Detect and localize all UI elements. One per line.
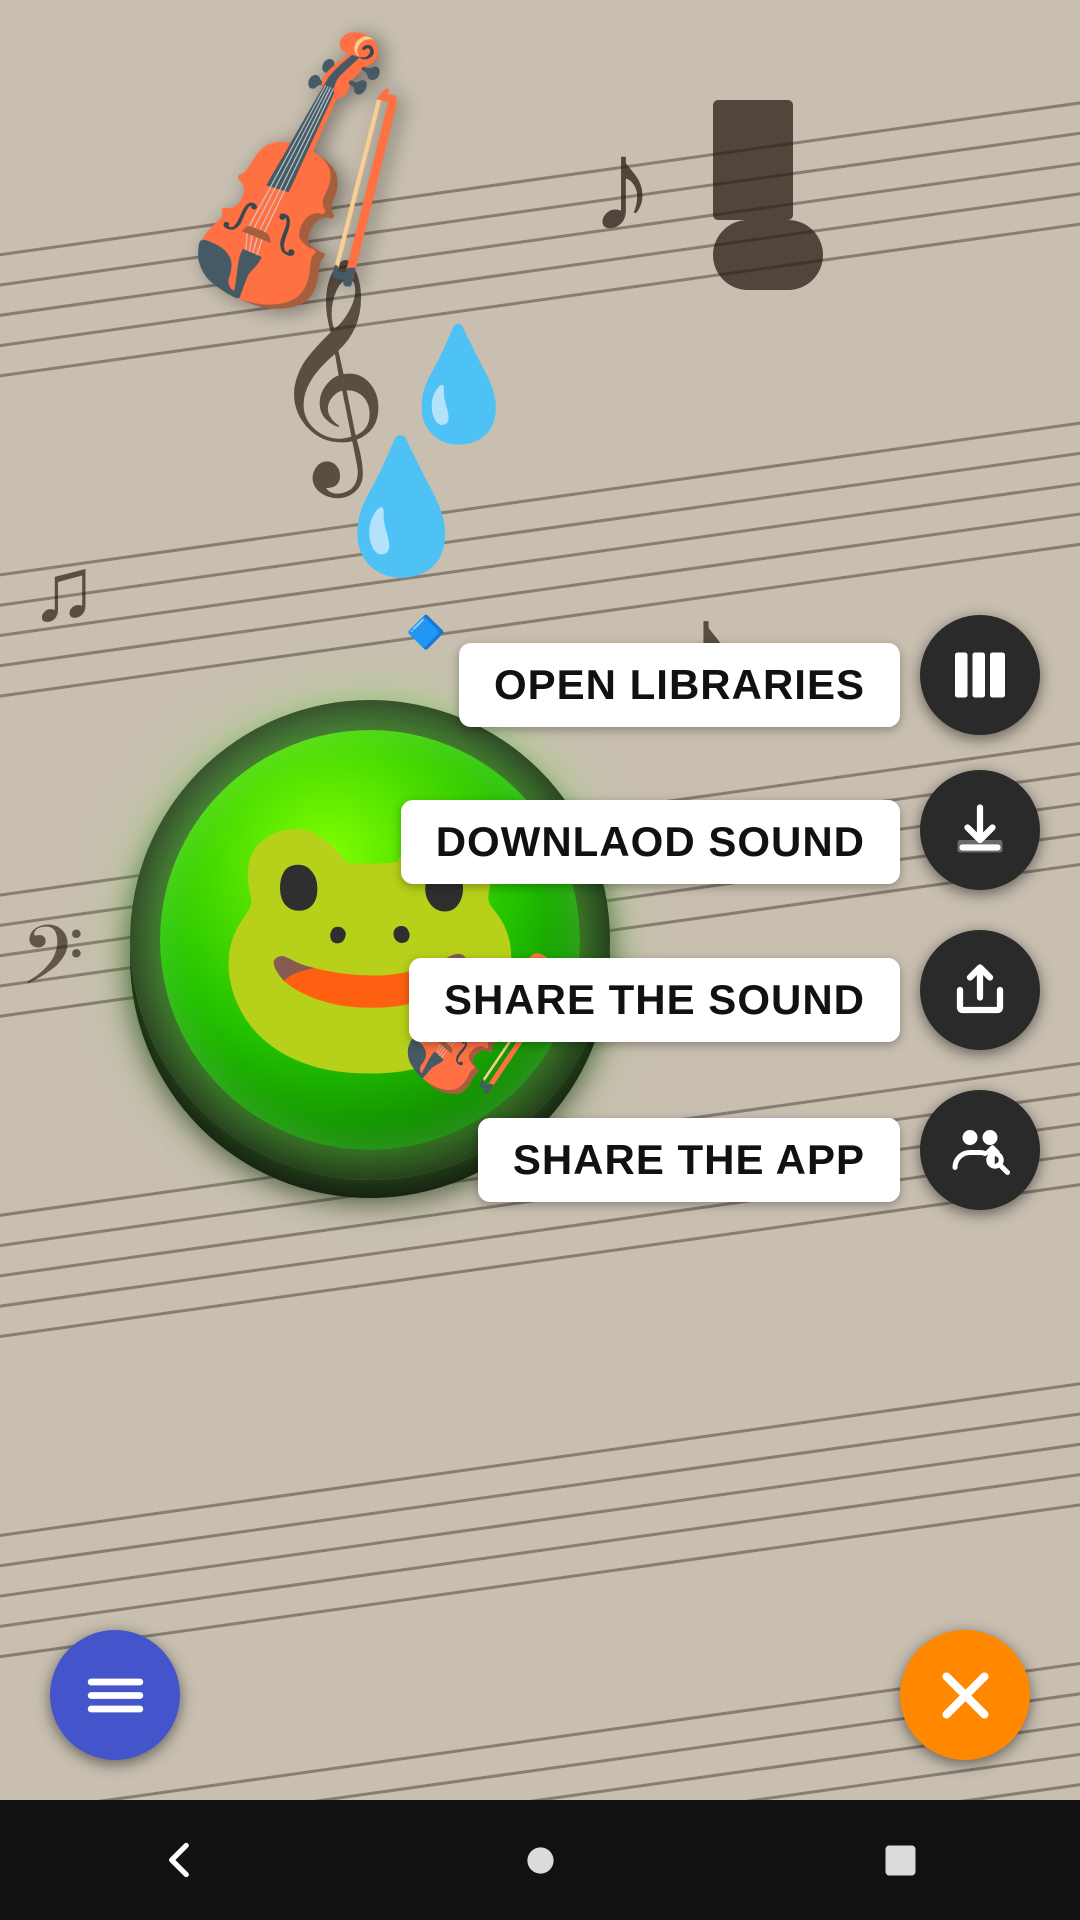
- share-app-button[interactable]: [920, 1090, 1040, 1210]
- share-app-icon: [950, 1120, 1010, 1180]
- back-icon: [155, 1835, 205, 1885]
- download-sound-label: DOWNLAOD SOUND: [401, 800, 900, 884]
- back-button[interactable]: [145, 1825, 215, 1895]
- svg-text:♫: ♫: [30, 541, 98, 640]
- share-sound-icon: [950, 960, 1010, 1020]
- download-icon: [950, 800, 1010, 860]
- background: 𝄞 ♪ ♫ 𝄢 ♪ 🎻 💧 💧 🔹 🔹 🐸 🎻: [0, 0, 1080, 1920]
- svg-text:♪: ♪: [590, 115, 655, 259]
- close-icon: [933, 1663, 998, 1728]
- svg-text:𝄢: 𝄢: [20, 911, 84, 1022]
- close-button[interactable]: [900, 1630, 1030, 1760]
- open-libraries-label: OPEN LIBRARIES: [459, 643, 900, 727]
- share-sound-label: SHARE THE SOUND: [409, 958, 900, 1042]
- hamburger-icon: [83, 1663, 148, 1728]
- water-drop-2: 💧: [320, 430, 482, 583]
- menu-button[interactable]: [50, 1630, 180, 1760]
- open-libraries-button[interactable]: [920, 615, 1040, 735]
- download-sound-button[interactable]: [920, 770, 1040, 890]
- home-button[interactable]: [505, 1825, 575, 1895]
- share-sound-button[interactable]: [920, 930, 1040, 1050]
- recents-button[interactable]: [865, 1825, 935, 1895]
- libraries-icon: [950, 645, 1010, 705]
- navigation-bar: [0, 1800, 1080, 1920]
- share-app-label: SHARE THE APP: [478, 1118, 900, 1202]
- home-icon: [518, 1838, 563, 1883]
- recents-icon: [878, 1838, 923, 1883]
